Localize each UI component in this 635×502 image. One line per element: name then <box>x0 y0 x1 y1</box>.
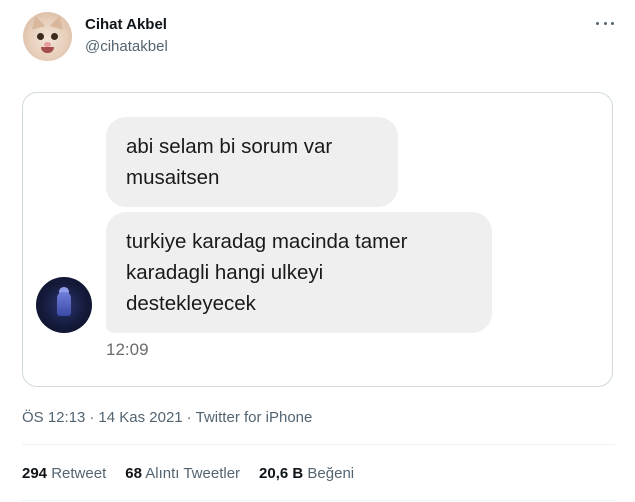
author-name[interactable]: Cihat Akbel <box>85 16 167 33</box>
more-dot <box>603 21 607 25</box>
chat-message: abi selam bi sorum var musaitsen <box>106 117 398 207</box>
separator: · <box>186 409 192 426</box>
author-handle[interactable]: @cihatakbel <box>85 38 168 55</box>
quotes-stat[interactable]: 68 Alıntı Tweetler <box>125 465 240 482</box>
more-dot <box>596 21 599 25</box>
retweets-label: Retweet <box>51 465 107 482</box>
quotes-label: Alıntı Tweetler <box>145 465 241 482</box>
tweet-time[interactable]: ÖS 12:13 <box>22 409 85 426</box>
more-icon[interactable] <box>596 20 614 26</box>
more-dot <box>611 21 614 25</box>
likes-count: 20,6 B <box>259 465 304 482</box>
divider <box>22 500 615 501</box>
cat-mouth <box>41 47 54 53</box>
tweet-media[interactable]: abi selam bi sorum var musaitsen turkiye… <box>22 92 613 387</box>
cat-ear <box>28 14 46 30</box>
tweet-stats: 294 Retweet 68 Alıntı Tweetler 20,6 B Be… <box>22 465 354 482</box>
likes-stat[interactable]: 20,6 B Beğeni <box>259 465 354 482</box>
cat-ear <box>49 14 67 30</box>
quotes-count: 68 <box>125 465 142 482</box>
tweet-date[interactable]: 14 Kas 2021 <box>98 409 182 426</box>
tweet: Cihat Akbel @cihatakbel abi selam bi sor… <box>0 0 635 502</box>
chat-message: turkiye karadag macinda tamer karadagli … <box>106 212 492 333</box>
chat-sender-avatar <box>36 277 92 333</box>
likes-label: Beğeni <box>307 465 355 482</box>
author-avatar[interactable] <box>23 12 72 61</box>
avatar-figure-body <box>57 292 71 316</box>
retweets-stat[interactable]: 294 Retweet <box>22 465 106 482</box>
tweet-source[interactable]: Twitter for iPhone <box>196 409 313 426</box>
cat-eye <box>37 33 44 40</box>
divider <box>22 444 615 445</box>
tweet-meta: ÖS 12:13 · 14 Kas 2021 · Twitter for iPhone <box>22 409 312 426</box>
chat-timestamp: 12:09 <box>106 340 149 359</box>
cat-eye <box>51 33 58 40</box>
retweets-count: 294 <box>22 465 48 482</box>
separator: · <box>89 409 95 426</box>
